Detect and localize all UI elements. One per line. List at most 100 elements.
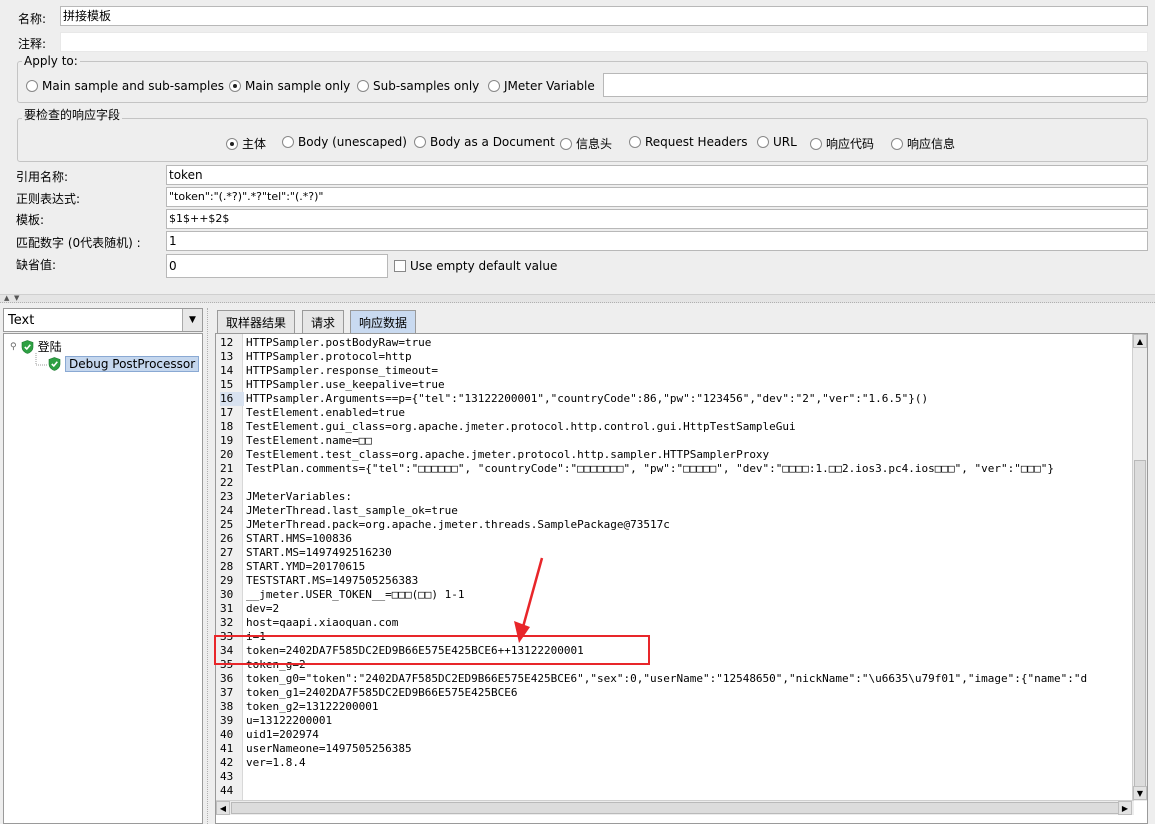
line-number: 13 bbox=[220, 350, 234, 363]
line-number: 39 bbox=[220, 714, 234, 727]
radio-body[interactable]: 主体 bbox=[226, 135, 266, 152]
jmeter-variable-input[interactable] bbox=[603, 73, 1148, 97]
split-pane-divider[interactable]: ▲ ▼ bbox=[0, 294, 1155, 303]
radio-main-only[interactable]: Main sample only bbox=[229, 79, 350, 93]
vertical-split-divider[interactable] bbox=[207, 308, 211, 824]
collapse-down-icon[interactable]: ▼ bbox=[14, 294, 19, 302]
collapse-up-icon[interactable]: ▲ bbox=[4, 294, 9, 302]
tab-sampler-result[interactable]: 取样器结果 bbox=[217, 310, 296, 333]
code-line: HTTPSampler.response_timeout= bbox=[246, 364, 439, 377]
tree-toggle-icon[interactable]: ⚲ bbox=[10, 342, 17, 352]
name-input[interactable]: 拼接模板 bbox=[60, 6, 1148, 26]
radio-jmeter-variable[interactable]: JMeter Variable bbox=[488, 79, 595, 93]
radio-indicator bbox=[26, 80, 38, 92]
radio-indicator bbox=[891, 137, 903, 150]
scroll-up-icon[interactable]: ▲ bbox=[1133, 334, 1147, 348]
regex-label: 正则表达式: bbox=[16, 192, 81, 206]
line-number: 16 bbox=[220, 392, 244, 406]
code-line: dev=2 bbox=[246, 602, 280, 615]
tab-request[interactable]: 请求 bbox=[302, 310, 345, 333]
tree-node-label: Debug PostProcessor bbox=[65, 356, 200, 372]
name-label: 名称: bbox=[18, 12, 47, 26]
code-line: __jmeter.USER_TOKEN__=□□□(□□) 1-1 bbox=[246, 588, 465, 601]
vertical-scrollbar[interactable]: ▲ ▼ bbox=[1132, 334, 1147, 801]
code-line: HTTPSampler.postBodyRaw=true bbox=[246, 336, 432, 349]
radio-indicator bbox=[757, 136, 769, 148]
radio-indicator bbox=[357, 80, 369, 92]
line-number: 25 bbox=[220, 518, 234, 531]
match-no-label: 匹配数字 (0代表随机) : bbox=[16, 236, 141, 250]
line-number: 28 bbox=[220, 560, 234, 573]
success-shield-icon bbox=[48, 357, 61, 371]
radio-headers[interactable]: 信息头 bbox=[560, 135, 612, 152]
code-line: JMeterThread.pack=org.apache.jmeter.thre… bbox=[246, 518, 670, 531]
use-empty-default-checkbox[interactable]: Use empty default value bbox=[394, 259, 557, 273]
radio-body-as-document[interactable]: Body as a Document bbox=[414, 135, 555, 149]
line-number: 41 bbox=[220, 742, 234, 755]
line-number: 21 bbox=[220, 462, 234, 475]
tree-node-login[interactable]: ⚲ 登陆 bbox=[10, 338, 62, 355]
radio-response-code[interactable]: 响应代码 bbox=[810, 135, 874, 152]
line-number: 22 bbox=[220, 476, 234, 489]
line-number: 18 bbox=[220, 420, 234, 433]
code-line: START.MS=1497492516230 bbox=[246, 546, 392, 559]
horizontal-scrollbar[interactable]: ◀ ▶ bbox=[216, 800, 1134, 815]
checkbox-indicator bbox=[394, 260, 406, 272]
code-line: uid1=202974 bbox=[246, 728, 319, 741]
match-no-input[interactable]: 1 bbox=[166, 231, 1148, 251]
code-line: u=13122200001 bbox=[246, 714, 333, 727]
horizontal-scroll-thumb[interactable] bbox=[231, 802, 1121, 814]
radio-main-and-sub[interactable]: Main sample and sub-samples bbox=[26, 79, 224, 93]
tree-node-debug-postprocessor[interactable]: Debug PostProcessor bbox=[48, 356, 200, 372]
code-line: TestElement.gui_class=org.apache.jmeter.… bbox=[246, 420, 796, 433]
radio-response-message[interactable]: 响应信息 bbox=[891, 135, 955, 152]
line-number: 40 bbox=[220, 728, 234, 741]
template-label: 模板: bbox=[16, 213, 45, 227]
radio-body-unescaped[interactable]: Body (unescaped) bbox=[282, 135, 407, 149]
line-number: 36 bbox=[220, 672, 234, 685]
scroll-right-icon[interactable]: ▶ bbox=[1118, 801, 1132, 815]
apply-to-legend: Apply to: bbox=[22, 54, 80, 68]
chevron-down-icon[interactable]: ▼ bbox=[182, 309, 202, 331]
vertical-scroll-thumb[interactable] bbox=[1134, 460, 1146, 790]
template-input[interactable]: $1$++$2$ bbox=[166, 209, 1148, 229]
line-number: 12 bbox=[220, 336, 234, 349]
code-line: JMeterThread.last_sample_ok=true bbox=[246, 504, 458, 517]
renderer-select[interactable]: Text ▼ bbox=[3, 308, 203, 332]
response-data-view[interactable]: 12 HTTPSampler.postBodyRaw=true 13 HTTPSamp… bbox=[215, 333, 1148, 824]
code-line: token_g1=2402DA7F585DC2ED9B66E575E425BCE… bbox=[246, 686, 518, 699]
code-line: token_g0="token":"2402DA7F585DC2ED9B66E5… bbox=[246, 672, 1088, 685]
comment-label: 注释: bbox=[18, 37, 47, 51]
radio-sub-only[interactable]: Sub-samples only bbox=[357, 79, 479, 93]
line-number: 27 bbox=[220, 546, 234, 559]
code-line: userNameone=1497505256385 bbox=[246, 742, 412, 755]
scroll-left-icon[interactable]: ◀ bbox=[216, 801, 230, 815]
success-shield-icon bbox=[21, 339, 33, 354]
line-number: 43 bbox=[220, 770, 234, 783]
code-line: START.HMS=100836 bbox=[246, 532, 352, 545]
scroll-down-icon[interactable]: ▼ bbox=[1133, 786, 1147, 800]
line-number: 23 bbox=[220, 490, 234, 503]
radio-indicator bbox=[226, 137, 238, 150]
radio-indicator bbox=[488, 80, 500, 92]
code-line: HTTPSampler.use_keepalive=true bbox=[246, 378, 445, 391]
tree-node-label: 登陆 bbox=[37, 340, 62, 354]
default-value-label: 缺省值: bbox=[16, 258, 57, 272]
code-line: TestElement.test_class=org.apache.jmeter… bbox=[246, 448, 770, 461]
line-number: 17 bbox=[220, 406, 234, 419]
line-number: 24 bbox=[220, 504, 234, 517]
code-line: TestElement.enabled=true bbox=[246, 406, 405, 419]
tab-response-data[interactable]: 响应数据 bbox=[350, 310, 417, 333]
default-value-input[interactable]: 0 bbox=[166, 254, 388, 278]
radio-url[interactable]: URL bbox=[757, 135, 797, 149]
ref-name-input[interactable]: token bbox=[166, 165, 1148, 185]
radio-indicator bbox=[629, 136, 641, 148]
code-line: host=qaapi.xiaoquan.com bbox=[246, 616, 399, 629]
comment-input[interactable] bbox=[60, 32, 1148, 52]
code-line: HTTPsampler.Arguments==p={"tel":"1312220… bbox=[246, 392, 929, 405]
line-number: 14 bbox=[220, 364, 234, 377]
radio-indicator bbox=[810, 137, 822, 150]
line-number: 30 bbox=[220, 588, 234, 601]
radio-request-headers[interactable]: Request Headers bbox=[629, 135, 748, 149]
regex-input[interactable]: "token":"(.*?)".*?"tel":"(.*?)" bbox=[166, 187, 1148, 207]
